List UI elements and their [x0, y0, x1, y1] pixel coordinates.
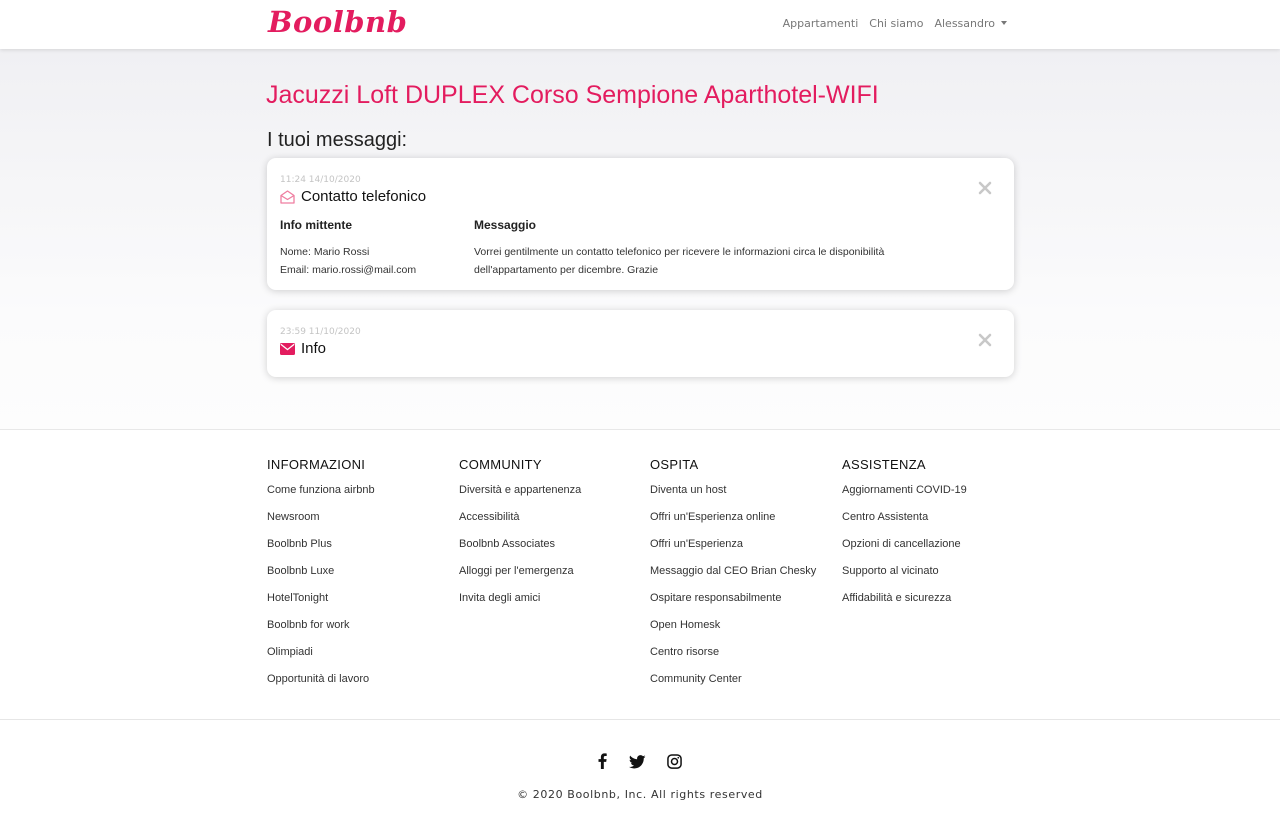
nav-link-appartamenti[interactable]: Appartamenti — [783, 17, 859, 30]
delete-message-button[interactable] — [978, 180, 992, 195]
footer-link[interactable]: Messaggio dal CEO Brian Chesky — [650, 565, 816, 577]
footer-link[interactable]: Offri un'Esperienza — [650, 538, 743, 550]
footer-link[interactable]: Supporto al vicinato — [842, 565, 939, 577]
footer-column-title: ASSISTENZA — [842, 457, 926, 472]
footer-link-list: Come funziona airbnb Newsroom Boolbnb Pl… — [267, 483, 375, 699]
user-menu-toggle[interactable]: Alessandro — [934, 17, 1007, 30]
footer-link[interactable]: Offri un'Esperienza online — [650, 511, 775, 523]
footer-link[interactable]: Come funziona airbnb — [267, 484, 375, 496]
social-links — [596, 753, 682, 773]
footer-link[interactable]: Affidabilità e sicurezza — [842, 592, 951, 604]
footer-column-assistenza: ASSISTENZA Aggiornamenti COVID-19 Centro… — [842, 457, 967, 618]
message-text: Vorrei gentilmente un contatto telefonic… — [474, 246, 885, 276]
footer-link-list: Aggiornamenti COVID-19 Centro Assistenta… — [842, 483, 967, 618]
page-title: Jacuzzi Loft DUPLEX Corso Sempione Apart… — [266, 81, 879, 109]
message-card[interactable]: 11:24 14/10/2020 Contatto telefonico Inf… — [267, 158, 1014, 290]
footer-link[interactable]: Diventa un host — [650, 484, 726, 496]
close-icon — [978, 181, 992, 195]
footer-link[interactable]: Olimpiadi — [267, 646, 313, 658]
footer-link[interactable]: Opzioni di cancellazione — [842, 538, 961, 550]
navbar: Boolbnb Appartamenti Chi siamo Alessandr… — [0, 0, 1280, 49]
footer-link[interactable]: Invita degli amici — [459, 592, 540, 604]
nav-links: Appartamenti Chi siamo Alessandro — [783, 17, 1007, 30]
footer-link-list: Diversità e appartenenza Accessibilità B… — [459, 483, 581, 618]
sender-info: Info mittente Nome: Mario Rossi Email: m… — [280, 218, 470, 279]
footer-column-informazioni: INFORMAZIONI Come funziona airbnb Newsro… — [267, 457, 375, 699]
footer-links: INFORMAZIONI Come funziona airbnb Newsro… — [0, 430, 1280, 720]
footer-column-title: INFORMAZIONI — [267, 457, 366, 472]
footer-link[interactable]: HotelTonight — [267, 592, 328, 604]
footer-column-community: COMMUNITY Diversità e appartenenza Acces… — [459, 457, 581, 618]
footer-link[interactable]: Accessibilità — [459, 511, 520, 523]
footer-link[interactable]: Centro risorse — [650, 646, 719, 658]
footer-link-list: Diventa un host Offri un'Esperienza onli… — [650, 483, 816, 699]
footer-column-title: OSPITA — [650, 457, 699, 472]
message-body: Messaggio Vorrei gentilmente un contatto… — [474, 218, 914, 279]
footer-link[interactable]: Aggiornamenti COVID-19 — [842, 484, 967, 496]
envelope-open-icon — [280, 189, 295, 204]
footer-link[interactable]: Boolbnb for work — [267, 619, 350, 631]
message-subject: Contatto telefonico — [301, 188, 427, 205]
message-card[interactable]: 23:59 11/10/2020 Info — [267, 310, 1014, 377]
sender-info-heading: Info mittente — [280, 218, 352, 232]
main-content: Jacuzzi Loft DUPLEX Corso Sempione Apart… — [0, 49, 1280, 430]
message-timestamp: 11:24 14/10/2020 — [280, 175, 361, 185]
instagram-icon[interactable] — [667, 753, 682, 773]
message-header: Contatto telefonico — [280, 188, 426, 205]
caret-down-icon — [1001, 21, 1007, 25]
delete-message-button[interactable] — [978, 332, 992, 347]
nav-link-chi-siamo[interactable]: Chi siamo — [869, 17, 923, 30]
copyright-text: © 2020 Boolbnb, Inc. All rights reserved — [517, 788, 763, 801]
footer-link[interactable]: Opportunità di lavoro — [267, 673, 369, 685]
message-header: Info — [280, 340, 326, 357]
brand-logo[interactable]: Boolbnb — [268, 5, 407, 39]
user-name: Alessandro — [934, 17, 995, 30]
footer-bottom: © 2020 Boolbnb, Inc. All rights reserved — [0, 721, 1280, 837]
message-body-heading: Messaggio — [474, 218, 537, 232]
envelope-icon — [280, 342, 295, 355]
footer-column-title: COMMUNITY — [459, 457, 542, 472]
message-timestamp: 23:59 11/10/2020 — [280, 327, 361, 337]
footer-link[interactable]: Diversità e appartenenza — [459, 484, 581, 496]
sender-name: Nome: Mario Rossi — [280, 246, 370, 258]
footer-link[interactable]: Boolbnb Plus — [267, 538, 332, 550]
footer-column-ospita: OSPITA Diventa un host Offri un'Esperien… — [650, 457, 816, 699]
footer-link[interactable]: Open Homesk — [650, 619, 720, 631]
footer-link[interactable]: Alloggi per l'emergenza — [459, 565, 574, 577]
footer-link[interactable]: Centro Assistenta — [842, 511, 928, 523]
footer-link[interactable]: Ospitare responsabilmente — [650, 592, 781, 604]
section-title: I tuoi messaggi: — [267, 129, 408, 151]
sender-email: Email: mario.rossi@mail.com — [280, 264, 417, 276]
twitter-icon[interactable] — [628, 754, 646, 773]
close-icon — [978, 333, 992, 347]
footer-link[interactable]: Boolbnb Luxe — [267, 565, 334, 577]
facebook-icon[interactable] — [596, 753, 608, 773]
footer-link[interactable]: Boolbnb Associates — [459, 538, 555, 550]
footer-link[interactable]: Community Center — [650, 673, 742, 685]
footer-link[interactable]: Newsroom — [267, 511, 320, 523]
message-subject: Info — [301, 340, 327, 357]
